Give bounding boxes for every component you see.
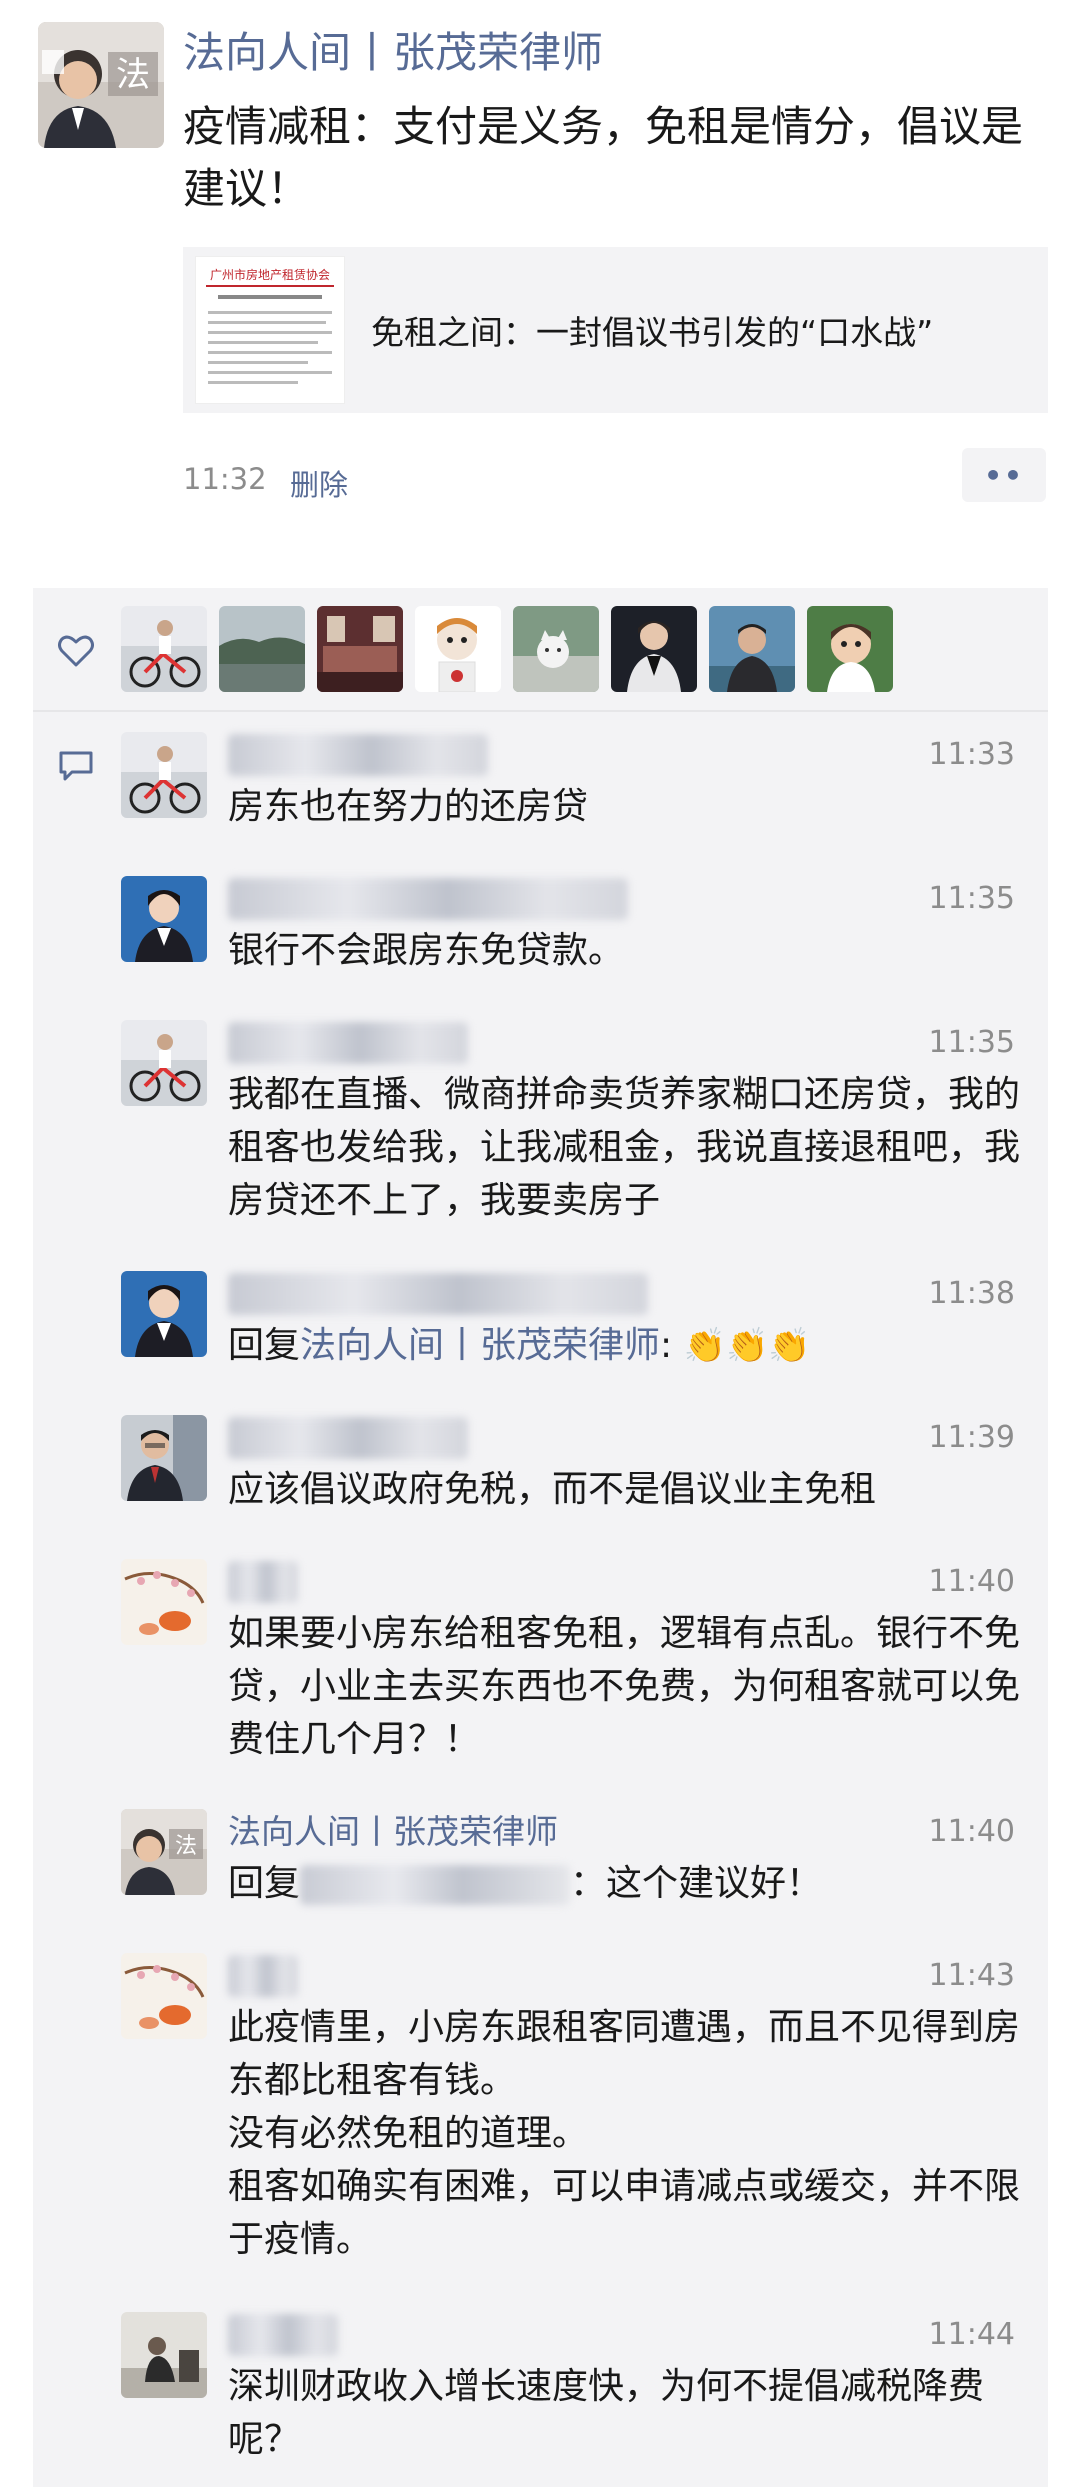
reply-prefix: 回复 <box>228 1325 301 1366</box>
commenter-name-redacted[interactable] <box>228 1022 468 1064</box>
comment-timestamp: 11:39 <box>928 1420 1015 1455</box>
like-avatar[interactable] <box>807 606 893 692</box>
comment-text: 银行不会跟房东免贷款。 <box>228 930 625 971</box>
like-avatar[interactable] <box>611 606 697 692</box>
comment-line: 此疫情里，小房东跟租客同遭遇，而且不见得到房东都比租客有钱。 <box>228 2007 1021 2101</box>
comment-reply-text: 回复法向人间丨张茂荣律师: 👏👏👏 <box>228 1319 1028 1373</box>
commenter-avatar[interactable] <box>121 1271 207 1357</box>
commenter-name-redacted[interactable] <box>228 2314 338 2356</box>
like-avatar[interactable] <box>709 606 795 692</box>
post-author-name[interactable]: 法向人间丨张茂荣律师 <box>183 24 603 82</box>
svg-text:法: 法 <box>175 1834 197 1859</box>
reply-to-name[interactable]: 法向人间丨张茂荣律师 <box>300 1325 660 1366</box>
comment-timestamp: 11:40 <box>928 1814 1015 1849</box>
avatar-logo-text: 法 <box>116 55 150 95</box>
commenter-name[interactable]: 法向人间丨张茂荣律师 <box>228 1809 558 1855</box>
likes-divider <box>33 710 1048 712</box>
delete-button[interactable]: 删除 <box>290 462 348 504</box>
comment-text: 房东也在努力的还房贷 <box>228 786 589 827</box>
comment-timestamp: 11:44 <box>928 2317 1015 2352</box>
comment-timestamp: 11:43 <box>928 1958 1015 1993</box>
commenter-name-redacted[interactable] <box>228 878 628 920</box>
comment-timestamp: 11:33 <box>928 737 1015 772</box>
comment-text: 深圳财政收入增长速度快，为何不提倡减税降费呢？ <box>228 2366 985 2460</box>
reply-prefix: 回复 <box>228 1863 301 1904</box>
clap-emoji: 👏👏👏 <box>683 1326 811 1366</box>
comment-text: 应该倡议政府免税，而不是倡议业主免租 <box>228 1469 877 1510</box>
comment-timestamp: 11:38 <box>928 1276 1015 1311</box>
like-avatar[interactable] <box>317 606 403 692</box>
like-avatar[interactable] <box>415 606 501 692</box>
commenter-name-redacted[interactable] <box>228 1955 298 1997</box>
comment-timestamp: 11:40 <box>928 1564 1015 1599</box>
commenter-avatar[interactable] <box>121 732 207 818</box>
commenter-avatar[interactable] <box>121 1020 207 1106</box>
comment-timestamp: 11:35 <box>928 881 1015 916</box>
comment-bubble-icon <box>59 751 93 781</box>
comment-text: 如果要小房东给租客免租，逻辑有点乱。银行不免贷，小业主去买东西也不免费，为何租客… <box>228 1613 1021 1760</box>
commenter-name-redacted[interactable] <box>228 1273 648 1315</box>
comment-text: 此疫情里，小房东跟租客同遭遇，而且不见得到房东都比租客有钱。 没有必然免租的道理… <box>228 2001 1028 2266</box>
commenter-avatar[interactable] <box>121 1953 207 2039</box>
post-text: 疫情减租：支付是义务，免租是情分，倡议是建议！ <box>183 102 1024 213</box>
reply-message: ：这个建议好！ <box>570 1863 823 1904</box>
heart-outline-icon <box>58 635 94 667</box>
commenter-avatar[interactable] <box>121 1559 207 1645</box>
reply-target-redacted[interactable] <box>300 1865 571 1905</box>
svg-text:广州市房地产租赁协会: 广州市房地产租赁协会 <box>210 267 330 282</box>
more-dots-icon: •• <box>984 458 1024 492</box>
commenter-name-redacted[interactable] <box>228 1417 468 1459</box>
commenter-avatar[interactable]: 法 <box>121 1809 207 1895</box>
like-avatar[interactable] <box>121 606 207 692</box>
comment-line: 没有必然免租的道理。 <box>228 2113 589 2154</box>
like-avatar[interactable] <box>513 606 599 692</box>
post-timestamp: 11:32 <box>183 462 267 496</box>
like-avatar[interactable] <box>219 606 305 692</box>
reply-separator: : <box>660 1325 673 1366</box>
link-title: 免租之间：一封倡议书引发的“口水战” <box>371 313 934 352</box>
commenter-name-redacted[interactable] <box>228 1561 298 1603</box>
comment-text: 我都在直播、微商拼命卖货养家糊口还房贷，我的租客也发给我，让我减租金，我说直接退… <box>228 1074 1021 1221</box>
likes-row <box>33 588 1048 710</box>
author-avatar[interactable]: 法 <box>38 22 164 148</box>
commenter-name-redacted[interactable] <box>228 734 488 776</box>
commenter-avatar[interactable] <box>121 876 207 962</box>
shared-link-card[interactable]: 广州市房地产租赁协会 免租之间：一封倡议书引发的“口水战” <box>183 247 1048 413</box>
likes-comments-panel: 11:33 房东也在努力的还房贷 11:35 银行不会跟房东免贷款。 11:35… <box>33 588 1048 2487</box>
comment-line: 租客如确实有困难，可以申请减点或缓交，并不限于疫情。 <box>228 2166 1021 2260</box>
comment-timestamp: 11:35 <box>928 1025 1015 1060</box>
comment-reply-text: 回复 ：这个建议好！ <box>228 1857 1028 1910</box>
link-thumbnail: 广州市房地产租赁协会 <box>195 256 345 404</box>
commenter-avatar[interactable] <box>121 1415 207 1501</box>
more-actions-button[interactable]: •• <box>962 448 1046 502</box>
commenter-avatar[interactable] <box>121 2312 207 2398</box>
